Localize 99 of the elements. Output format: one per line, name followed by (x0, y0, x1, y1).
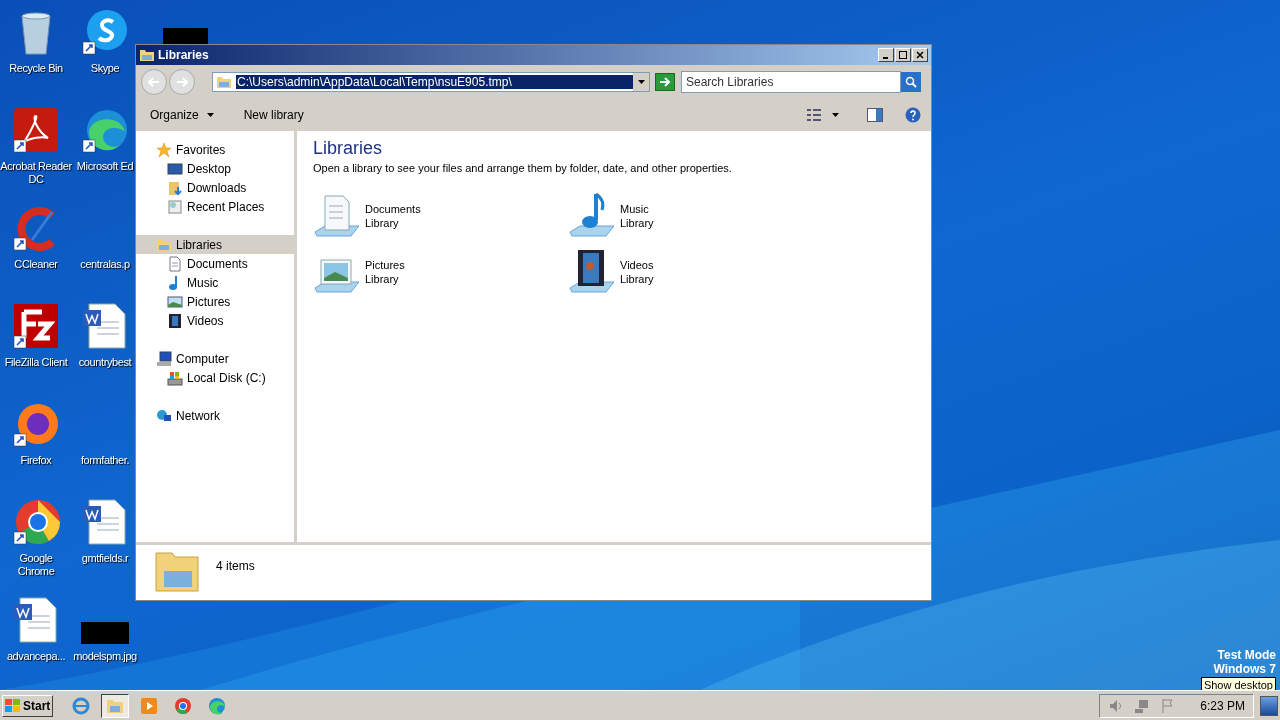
desktop-icon-label[interactable]: Microsoft Ed (76, 160, 134, 173)
toolbar-button[interactable]: Organize (144, 103, 220, 127)
library-folder-icon (139, 47, 155, 63)
back-arrow-icon (148, 77, 160, 87)
videos-library-icon (568, 248, 616, 296)
library-type: Library (365, 272, 400, 286)
recent-places-icon (167, 198, 183, 215)
nav-item[interactable]: Pictures (136, 292, 294, 311)
help-icon (905, 107, 921, 123)
desktop-icon-label[interactable]: Google Chrome (0, 552, 72, 578)
address-dropdown-button[interactable] (633, 73, 649, 91)
monitor-icon (167, 160, 183, 177)
pane-icon (867, 108, 883, 122)
address-field[interactable]: C:\Users\admin\AppData\Local\Temp\nsuE905.tmp\ (212, 72, 650, 92)
clock[interactable]: 6:23 PM (1200, 696, 1245, 715)
nav-item[interactable]: Desktop (136, 159, 294, 178)
address-path: C:\Users\admin\AppData\Local\Temp\nsuE905.tmp\ (236, 75, 633, 89)
edge-icon (207, 695, 228, 716)
chrome-icon (173, 695, 194, 716)
disk-drive-icon (167, 369, 183, 386)
desktop-icon-label[interactable]: gmtfields.r (81, 552, 129, 565)
caret-icon (206, 113, 214, 117)
library-type: Library (365, 216, 400, 230)
computer-icon (156, 350, 172, 367)
internet-explorer-icon (71, 695, 92, 716)
acrobat-icon (12, 106, 60, 154)
library-type: Library (620, 272, 654, 286)
redacted-block (163, 28, 208, 44)
documents-library-icon (313, 192, 361, 240)
library-name[interactable]: Pictures (365, 258, 405, 272)
windows-logo-icon (5, 698, 21, 713)
desktop-icon-label[interactable]: modelspm.jpg (73, 650, 137, 663)
word-document-icon (81, 498, 129, 546)
search-button[interactable] (901, 72, 921, 92)
go-arrow-icon (659, 77, 671, 87)
search-field[interactable]: Search Libraries (681, 71, 901, 93)
music-library-icon (568, 192, 616, 240)
star-icon (156, 141, 172, 158)
nav-item[interactable]: Videos (136, 311, 294, 330)
redacted-thumbnail-icon (81, 622, 129, 644)
filezilla-icon (12, 302, 60, 350)
document-icon (167, 255, 183, 272)
word-document-icon (12, 596, 60, 644)
description-text: Open a library to see your files and arrange them by folder, date, and other properties. (313, 161, 733, 176)
system-mode-text: Windows 7 (1213, 662, 1276, 676)
forward-arrow-icon (176, 77, 188, 87)
desktop-icon-label[interactable]: formfather. (80, 454, 130, 467)
library-name[interactable]: Videos (620, 258, 654, 272)
desktop-icon-label[interactable]: FileZilla Client (4, 356, 68, 369)
picture-icon (167, 293, 183, 310)
search-icon (905, 76, 917, 88)
folder-download-icon (167, 179, 183, 196)
nav-item[interactable]: Favorites (136, 140, 294, 159)
preview-pane-button[interactable] (865, 105, 885, 125)
library-name[interactable]: Documents (365, 202, 421, 216)
window-title: Libraries (158, 47, 210, 64)
toolbar-button[interactable]: New library (237, 103, 310, 127)
library-name[interactable]: Music (620, 202, 654, 216)
nav-item[interactable]: Computer (136, 349, 294, 368)
folder-icon (154, 549, 202, 593)
library-type: Library (620, 216, 654, 230)
desktop-icon-label[interactable]: countrybest (78, 356, 132, 369)
desktop-icon-label[interactable]: Firefox (20, 454, 52, 467)
media-player-icon (139, 695, 160, 716)
desktop-icon-label[interactable]: CCleaner (14, 258, 58, 271)
skype-icon (81, 8, 129, 56)
nav-item[interactable]: Libraries (136, 235, 294, 254)
caret-icon (637, 80, 645, 84)
help-button[interactable] (903, 105, 923, 125)
desktop-icon-label[interactable]: advancepa... (6, 650, 66, 663)
desktop-icon-label[interactable]: Acrobat Reader DC (0, 160, 72, 186)
show-desktop-button[interactable] (1260, 695, 1278, 716)
caret-icon (832, 113, 839, 117)
nav-item[interactable]: Music (136, 273, 294, 292)
nav-item[interactable]: Network (136, 406, 294, 425)
nav-item[interactable]: Downloads (136, 178, 294, 197)
chrome-icon (12, 498, 60, 546)
library-folder-icon (216, 74, 232, 90)
word-document-icon (81, 302, 129, 350)
item-count: 4 items (216, 558, 255, 575)
start-button[interactable]: Start (2, 694, 54, 717)
network-icon (156, 407, 172, 424)
desktop-icon-label[interactable]: centralas.p (80, 258, 130, 271)
taskbar-app-button[interactable] (101, 693, 130, 718)
desktop-icon-label[interactable]: Skype (90, 62, 120, 75)
maximize-icon (899, 51, 907, 59)
page-heading: Libraries (313, 137, 384, 160)
desktop-icon-label[interactable]: Recycle Bin (9, 62, 63, 75)
minimize-button[interactable] (878, 48, 894, 62)
close-icon (916, 51, 924, 59)
nav-item[interactable]: Recent Places (136, 197, 294, 216)
film-icon (167, 312, 183, 329)
go-button[interactable] (655, 73, 675, 91)
nav-item[interactable]: Local Disk (C:) (136, 368, 294, 387)
nav-item[interactable]: Documents (136, 254, 294, 273)
system-mode-text: Test Mode (1217, 648, 1276, 662)
list-view-icon (806, 108, 822, 122)
maximize-button[interactable] (895, 48, 911, 62)
close-button[interactable] (912, 48, 928, 62)
